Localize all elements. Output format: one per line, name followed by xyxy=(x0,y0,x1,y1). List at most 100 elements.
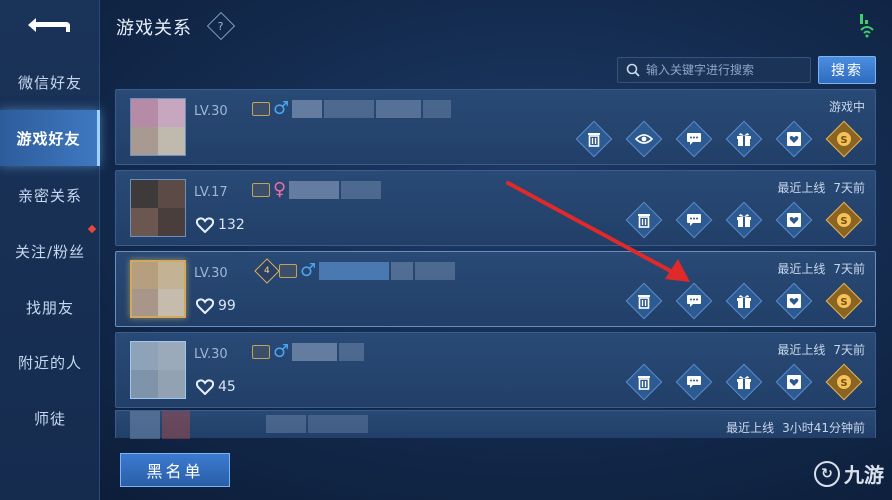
level-label: LV.17 xyxy=(194,185,228,200)
intimacy-button[interactable] xyxy=(777,284,811,318)
intimacy-count: 99 xyxy=(196,298,236,314)
badge-group: ♀ xyxy=(252,179,382,200)
gift-icon xyxy=(737,376,751,389)
avatar[interactable] xyxy=(130,179,186,237)
delete-button[interactable] xyxy=(627,284,661,318)
gift-icon xyxy=(737,133,751,146)
sidebar-item-game-friends[interactable]: 游戏好友 xyxy=(0,110,100,166)
gift-button[interactable] xyxy=(727,203,761,237)
action-bar: S xyxy=(577,122,861,156)
watermark-logo-icon: ↻ xyxy=(814,460,840,487)
sidebar-item-wechat-friends[interactable]: 微信好友 xyxy=(0,57,100,107)
avatar[interactable] xyxy=(130,98,186,156)
level-label: LV.30 xyxy=(194,347,228,362)
friend-row[interactable]: LV.30 4 ♂ 99 最近上线 7天前 S xyxy=(115,251,876,327)
coin-button[interactable]: S xyxy=(827,122,861,156)
sidebar-item-label: 亲密关系 xyxy=(17,186,82,205)
heart-icon xyxy=(196,298,214,314)
level-label: LV.30 xyxy=(194,104,228,119)
intimacy-count: 132 xyxy=(196,217,245,233)
blacklist-button[interactable]: 黑名单 xyxy=(120,453,230,487)
search-field[interactable] xyxy=(617,57,811,83)
coin-icon: S xyxy=(837,132,851,146)
chat-button[interactable] xyxy=(677,122,711,156)
gift-button[interactable] xyxy=(727,365,761,399)
card-icon xyxy=(252,183,270,197)
friend-row[interactable]: LV.30 ♂ 游戏中 S xyxy=(115,89,876,165)
search-input[interactable] xyxy=(646,63,806,77)
heart-book-icon xyxy=(787,375,801,389)
status-text: 最近上线 7天前 xyxy=(777,341,865,358)
card-icon xyxy=(279,264,297,278)
avatar[interactable] xyxy=(130,411,190,439)
chat-button[interactable] xyxy=(677,203,711,237)
avatar[interactable] xyxy=(130,260,186,318)
chat-button[interactable] xyxy=(677,284,711,318)
chat-button[interactable] xyxy=(677,365,711,399)
card-icon xyxy=(252,102,270,116)
status-time: 7天前 xyxy=(833,343,865,357)
trash-icon xyxy=(638,214,650,228)
coin-button[interactable]: S xyxy=(827,203,861,237)
status-label: 最近上线 xyxy=(726,421,775,435)
badge-group: ♂ xyxy=(252,98,452,119)
gift-icon xyxy=(737,214,751,227)
delete-button[interactable] xyxy=(627,203,661,237)
rank-badge-icon: 4 xyxy=(254,258,280,284)
action-bar: S xyxy=(627,203,861,237)
trash-icon xyxy=(638,376,650,390)
watch-button[interactable] xyxy=(627,122,661,156)
sidebar-item-label: 游戏好友 xyxy=(16,129,81,148)
coin-button[interactable]: S xyxy=(827,365,861,399)
svg-text:S: S xyxy=(840,216,847,227)
male-icon: ♂ xyxy=(300,260,317,281)
friend-row[interactable]: LV.17 ♀ 132 最近上线 7天前 S xyxy=(115,170,876,246)
friend-row[interactable]: 最近上线 3小时41分钟前 xyxy=(115,410,876,439)
sidebar-item-follow-fans[interactable]: 关注/粉丝 xyxy=(0,224,100,276)
watermark-text: 九游 xyxy=(844,463,884,487)
female-icon: ♀ xyxy=(273,179,287,200)
trash-icon xyxy=(638,295,650,309)
intimacy-count: 45 xyxy=(196,379,236,395)
gift-button[interactable] xyxy=(727,122,761,156)
delete-button[interactable] xyxy=(577,122,611,156)
sidebar-item-mentor[interactable]: 师徒 xyxy=(0,393,100,443)
male-icon: ♂ xyxy=(273,98,290,119)
coin-icon: S xyxy=(837,375,851,389)
intimacy-button[interactable] xyxy=(777,122,811,156)
search-button[interactable]: 搜索 xyxy=(818,56,876,84)
chat-icon xyxy=(687,133,701,145)
help-icon[interactable]: ? xyxy=(206,11,236,41)
intimacy-button[interactable] xyxy=(777,203,811,237)
status-label: 最近上线 xyxy=(777,181,826,195)
delete-button[interactable] xyxy=(627,365,661,399)
eye-icon xyxy=(635,134,653,144)
sidebar-item-find-friends[interactable]: 找朋友 xyxy=(0,282,100,332)
status-text: 游戏中 xyxy=(829,98,865,115)
player-name xyxy=(292,100,452,118)
notification-dot xyxy=(87,224,97,234)
chat-icon xyxy=(687,376,701,388)
chat-icon xyxy=(687,295,701,307)
gift-button[interactable] xyxy=(727,284,761,318)
male-icon: ♂ xyxy=(273,341,290,362)
page-title: 游戏关系 xyxy=(116,18,192,39)
heart-count-value: 132 xyxy=(218,217,245,233)
friend-row[interactable]: LV.30 ♂ 45 最近上线 7天前 S xyxy=(115,332,876,408)
wifi-signal-icon xyxy=(860,14,874,38)
heart-icon xyxy=(196,379,214,395)
badge-group: 4 ♂ xyxy=(254,258,456,284)
help-glyph: ? xyxy=(218,19,224,33)
intimacy-button[interactable] xyxy=(777,365,811,399)
coin-icon: S xyxy=(837,294,851,308)
sidebar-item-label: 师徒 xyxy=(33,409,66,428)
sidebar-item-intimacy[interactable]: 亲密关系 xyxy=(0,170,100,220)
heart-book-icon xyxy=(787,294,801,308)
action-bar: S xyxy=(627,365,861,399)
avatar[interactable] xyxy=(130,341,186,399)
search-icon xyxy=(626,63,640,77)
back-icon[interactable] xyxy=(22,12,74,38)
sidebar-item-nearby[interactable]: 附近的人 xyxy=(0,337,100,387)
action-bar: S xyxy=(627,284,861,318)
coin-button[interactable]: S xyxy=(827,284,861,318)
